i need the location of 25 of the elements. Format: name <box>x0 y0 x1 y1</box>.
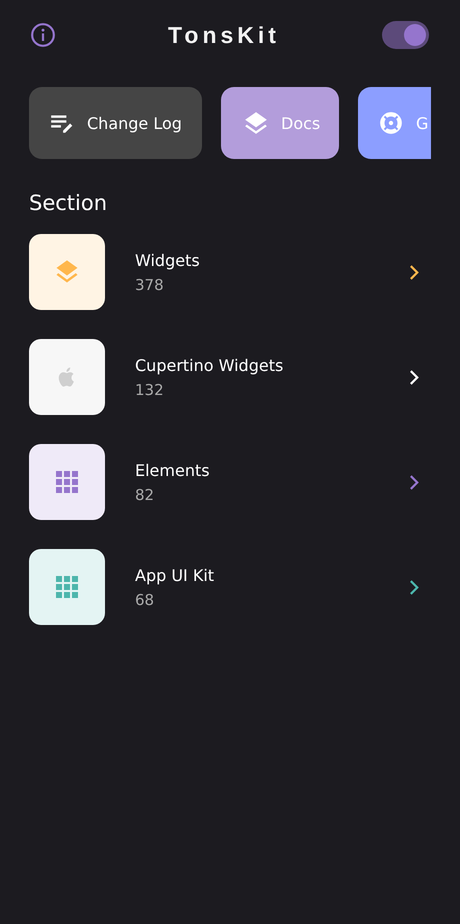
app-title: TonsKit <box>168 22 280 48</box>
item-title: Widgets <box>135 250 201 270</box>
item-title: Elements <box>135 460 211 480</box>
item-count: 132 <box>135 380 165 398</box>
chevron-right-icon <box>409 264 420 280</box>
quick-link-button[interactable]: Change Log <box>29 87 202 159</box>
list-item[interactable]: Widgets 378 <box>29 234 420 310</box>
item-count: 82 <box>135 486 156 504</box>
grid-icon <box>55 575 79 599</box>
list-item[interactable]: Elements 82 <box>29 444 420 520</box>
item-count: 378 <box>135 276 165 294</box>
item-title: Cupertino Widgets <box>135 356 284 374</box>
list-item[interactable]: Cupertino Widgets 132 <box>29 339 420 415</box>
item-title: App UI Kit <box>135 566 216 584</box>
layers-icon <box>243 110 269 136</box>
theme-toggle[interactable] <box>382 21 429 49</box>
chevron-right-icon <box>409 474 420 490</box>
chevron-right-icon <box>409 578 420 596</box>
chevron-right-icon <box>409 368 420 386</box>
grid-icon <box>55 470 79 494</box>
lifebuoy-icon <box>378 110 404 136</box>
info-icon[interactable] <box>30 22 56 48</box>
item-count: 68 <box>135 590 156 608</box>
list-item[interactable]: App UI Kit 68 <box>29 549 420 625</box>
section-heading: Section <box>29 191 108 215</box>
